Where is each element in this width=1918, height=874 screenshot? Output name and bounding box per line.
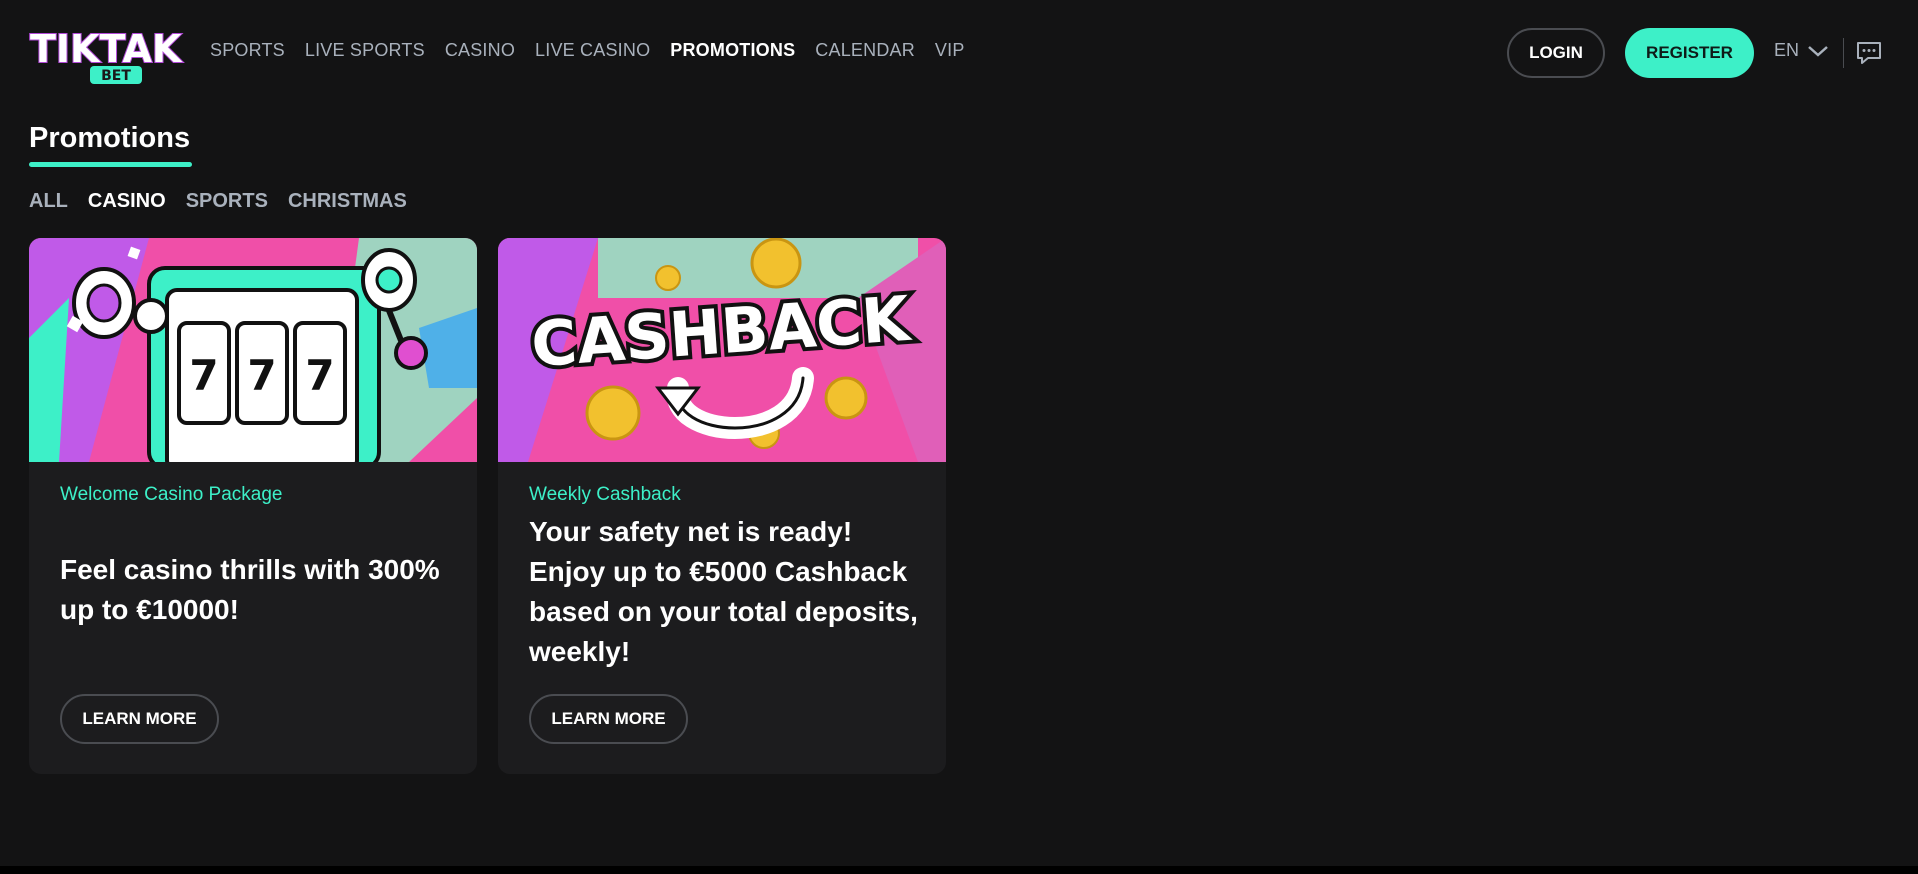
login-button[interactable]: LOGIN xyxy=(1507,28,1605,78)
header-divider xyxy=(1843,38,1844,68)
register-button[interactable]: REGISTER xyxy=(1625,28,1754,78)
learn-more-button[interactable]: LEARN MORE xyxy=(529,694,688,744)
nav-sports[interactable]: SPORTS xyxy=(210,40,285,61)
language-selector[interactable]: EN xyxy=(1774,40,1829,61)
nav-live-casino[interactable]: LIVE CASINO xyxy=(535,40,650,61)
logo-text-bottom: BET xyxy=(101,68,131,84)
language-label: EN xyxy=(1774,40,1800,60)
top-header: TIKTAK BET SPORTS LIVE SPORTS CASINO LIV… xyxy=(0,0,1918,106)
card-subtitle: Welcome Casino Package xyxy=(60,484,283,505)
cashback-image: CASHBACK xyxy=(498,238,946,462)
nav-live-sports[interactable]: LIVE SPORTS xyxy=(305,40,425,61)
title-underline xyxy=(29,162,192,167)
tiktak-bet-logo[interactable]: TIKTAK BET xyxy=(28,22,190,86)
svg-text:7: 7 xyxy=(247,351,276,400)
nav-casino[interactable]: CASINO xyxy=(445,40,515,61)
chat-icon[interactable] xyxy=(1855,40,1883,66)
promo-card-cashback[interactable]: CASHBACK Weekly Cashback Your safety net… xyxy=(498,238,946,774)
page-title: Promotions xyxy=(29,122,191,154)
filter-all[interactable]: ALL xyxy=(29,190,68,213)
bottom-strip xyxy=(0,866,1918,874)
svg-text:7: 7 xyxy=(189,351,218,400)
promo-card-welcome[interactable]: 7 7 7 Welcome Casino Package Feel casino… xyxy=(29,238,477,774)
logo-text-top: TIKTAK xyxy=(30,27,183,71)
page: TIKTAK BET SPORTS LIVE SPORTS CASINO LIV… xyxy=(0,0,1918,874)
filter-casino[interactable]: CASINO xyxy=(88,190,166,213)
nav-vip[interactable]: VIP xyxy=(935,40,965,61)
chevron-down-icon xyxy=(1808,45,1828,57)
card-description: Your safety net is ready! Enjoy up to €5… xyxy=(529,516,918,667)
nav-calendar[interactable]: CALENDAR xyxy=(815,40,915,61)
filter-christmas[interactable]: CHRISTMAS xyxy=(288,190,407,213)
main-nav: SPORTS LIVE SPORTS CASINO LIVE CASINO PR… xyxy=(210,40,965,61)
slot-machine-image: 7 7 7 xyxy=(29,238,477,462)
svg-text:7: 7 xyxy=(305,351,334,400)
card-description: Feel casino thrills with 300% up to €100… xyxy=(60,554,440,625)
learn-more-button[interactable]: LEARN MORE xyxy=(60,694,219,744)
card-subtitle: Weekly Cashback xyxy=(529,484,681,505)
nav-promotions[interactable]: PROMOTIONS xyxy=(670,40,795,61)
filter-sports[interactable]: SPORTS xyxy=(186,190,268,213)
promo-filters: ALL CASINO SPORTS CHRISTMAS xyxy=(29,190,407,213)
